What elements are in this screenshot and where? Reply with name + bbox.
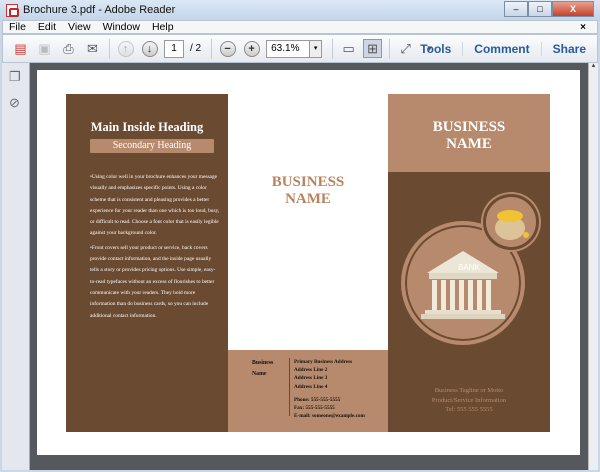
scrolling-mode-icon[interactable]: ▭ bbox=[339, 39, 358, 58]
fax: Fax: 555-555-5555 bbox=[294, 405, 335, 412]
navigation-pane: ❐ ⊘ bbox=[2, 63, 30, 470]
secondary-heading: Secondary Heading bbox=[90, 139, 214, 153]
vertical-scrollbar[interactable]: ▲ bbox=[588, 63, 598, 470]
tagline: Business Tagline or Motto bbox=[434, 387, 504, 394]
menu-help[interactable]: Help bbox=[152, 21, 174, 33]
pages-icon[interactable]: ❐ bbox=[9, 69, 23, 84]
close-button[interactable]: X bbox=[552, 1, 594, 17]
attachments-icon[interactable]: ⊘ bbox=[9, 95, 23, 110]
window-title: Brochure 3.pdf - Adobe Reader bbox=[23, 4, 176, 16]
contact-business-name: Business bbox=[252, 360, 274, 366]
paragraph: •Front covers sell your product or servi… bbox=[90, 244, 216, 319]
gold-bag-illustration bbox=[483, 194, 539, 250]
cover-panel: BUSINESS NAME BANK Business Tagline or Mo… bbox=[388, 94, 550, 432]
zoom-dropdown[interactable]: ▾ bbox=[310, 39, 323, 58]
title-bar: Brochure 3.pdf - Adobe Reader – □ X bbox=[0, 0, 600, 20]
menu-window[interactable]: Window bbox=[103, 21, 140, 33]
inside-panel: Main Inside Heading Secondary Heading •U… bbox=[66, 94, 228, 432]
previous-page-icon[interactable]: ↑ bbox=[117, 40, 134, 57]
email-icon[interactable]: ✉ bbox=[83, 39, 102, 58]
cover-business-name: NAME bbox=[446, 136, 492, 152]
pdf-app-icon bbox=[6, 3, 19, 17]
bank-label: BANK bbox=[458, 263, 480, 272]
close-document-button[interactable]: × bbox=[580, 22, 586, 33]
page-number-input[interactable]: 1 bbox=[164, 39, 184, 58]
phone: Phone: 555-555-5555 bbox=[294, 396, 341, 403]
comment-link[interactable]: Comment bbox=[462, 41, 540, 56]
menu-edit[interactable]: Edit bbox=[38, 21, 56, 33]
business-name: BUSINESS bbox=[271, 174, 345, 190]
brochure: Main Inside Heading Secondary Heading •U… bbox=[66, 94, 550, 432]
menu-view[interactable]: View bbox=[68, 21, 91, 33]
toolbar: ▤ ▣ ⎙ ✉ ↑ ↓ 1 / 2 − + 63.1% ▾ ▭ ⊞ ⤢ ▾ To… bbox=[2, 34, 598, 63]
middle-panel: BUSINESS NAME bbox=[228, 94, 388, 350]
zoom-input[interactable]: 63.1% bbox=[266, 39, 311, 58]
address-line: Address Line 4 bbox=[294, 383, 328, 390]
maximize-button[interactable]: □ bbox=[528, 1, 552, 17]
paragraph: •Using color well in your brochure enhan… bbox=[90, 174, 220, 237]
share-link[interactable]: Share bbox=[540, 41, 597, 56]
telephone: Tel: 555 555 5555 bbox=[445, 406, 493, 413]
print-icon[interactable]: ⎙ bbox=[59, 39, 78, 58]
next-page-icon[interactable]: ↓ bbox=[141, 40, 158, 57]
menu-file[interactable]: File bbox=[9, 21, 26, 33]
address-line: Address Line 2 bbox=[294, 367, 328, 374]
cover-business-name: BUSINESS bbox=[432, 119, 506, 135]
save-icon[interactable]: ▣ bbox=[35, 39, 54, 58]
minimize-button[interactable]: – bbox=[504, 1, 528, 17]
email: E-mail: someone@example.com bbox=[294, 413, 365, 420]
zoom-out-icon[interactable]: − bbox=[219, 40, 236, 57]
page-total: / 2 bbox=[190, 43, 202, 54]
tools-link[interactable]: Tools bbox=[409, 42, 462, 56]
menu-bar: File Edit View Window Help × bbox=[2, 20, 598, 34]
main-heading: Main Inside Heading bbox=[90, 120, 204, 134]
address-line: Primary Business Address bbox=[294, 359, 353, 365]
business-name: NAME bbox=[285, 191, 331, 207]
create-pdf-icon[interactable]: ▤ bbox=[11, 39, 30, 58]
address-line: Address Line 3 bbox=[294, 375, 328, 382]
contact-business-name: Name bbox=[252, 371, 267, 377]
contact-panel: Business Name Primary Business Address Ad… bbox=[228, 350, 388, 432]
zoom-in-icon[interactable]: + bbox=[243, 40, 260, 57]
fit-page-icon[interactable]: ⊞ bbox=[363, 39, 383, 58]
product-info: Product/Service Information bbox=[431, 396, 507, 404]
